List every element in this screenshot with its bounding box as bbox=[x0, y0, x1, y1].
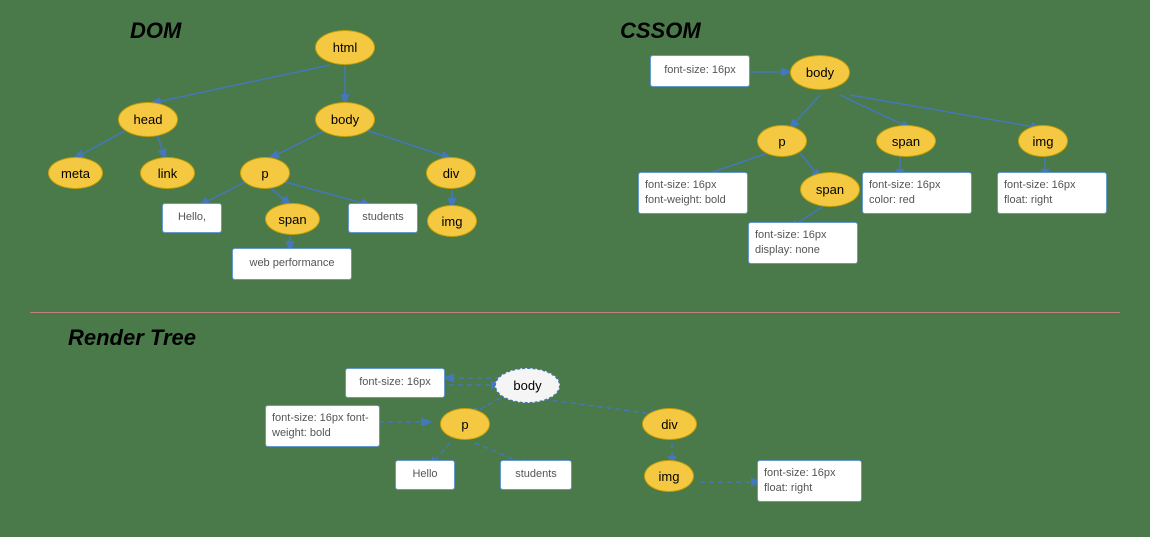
dom-link-node: link bbox=[140, 157, 195, 189]
dom-html-node: html bbox=[315, 30, 375, 65]
cssom-p-style-box: font-size: 16px font-weight: bold bbox=[638, 172, 748, 214]
dom-hello-box: Hello, bbox=[162, 203, 222, 233]
dom-webperf-box: web performance bbox=[232, 248, 352, 280]
cssom-span2-node: span bbox=[800, 172, 860, 207]
cssom-title: CSSOM bbox=[620, 18, 701, 44]
cssom-p-node: p bbox=[757, 125, 807, 157]
cssom-span2-style-box: font-size: 16px display: none bbox=[748, 222, 858, 264]
render-img-style-box: font-size: 16px float: right bbox=[757, 460, 862, 502]
cssom-img-node: img bbox=[1018, 125, 1068, 157]
dom-div-node: div bbox=[426, 157, 476, 189]
cssom-root-box: font-size: 16px bbox=[650, 55, 750, 87]
render-hello-box: Hello bbox=[395, 460, 455, 490]
render-p-style-box: font-size: 16px font-weight: bold bbox=[265, 405, 380, 447]
render-img-node: img bbox=[644, 460, 694, 492]
diagram-container: DOM CSSOM Render Tree bbox=[0, 0, 1150, 537]
divider bbox=[30, 312, 1120, 313]
render-tree-title: Render Tree bbox=[68, 325, 196, 351]
dom-title: DOM bbox=[130, 18, 181, 44]
connections-svg bbox=[0, 0, 1150, 537]
cssom-img-style-box: font-size: 16px float: right bbox=[997, 172, 1107, 214]
render-students-box: students bbox=[500, 460, 572, 490]
cssom-span1-style-box: font-size: 16px color: red bbox=[862, 172, 972, 214]
cssom-span1-node: span bbox=[876, 125, 936, 157]
dom-span-node: span bbox=[265, 203, 320, 235]
render-root-box: font-size: 16px bbox=[345, 368, 445, 398]
dom-meta-node: meta bbox=[48, 157, 103, 189]
render-div-node: div bbox=[642, 408, 697, 440]
cssom-body-node: body bbox=[790, 55, 850, 90]
dom-students-box: students bbox=[348, 203, 418, 233]
render-p-node: p bbox=[440, 408, 490, 440]
dom-head-node: head bbox=[118, 102, 178, 137]
dom-body-node: body bbox=[315, 102, 375, 137]
dom-p-node: p bbox=[240, 157, 290, 189]
render-body-node: body bbox=[495, 368, 560, 403]
dom-img-node: img bbox=[427, 205, 477, 237]
